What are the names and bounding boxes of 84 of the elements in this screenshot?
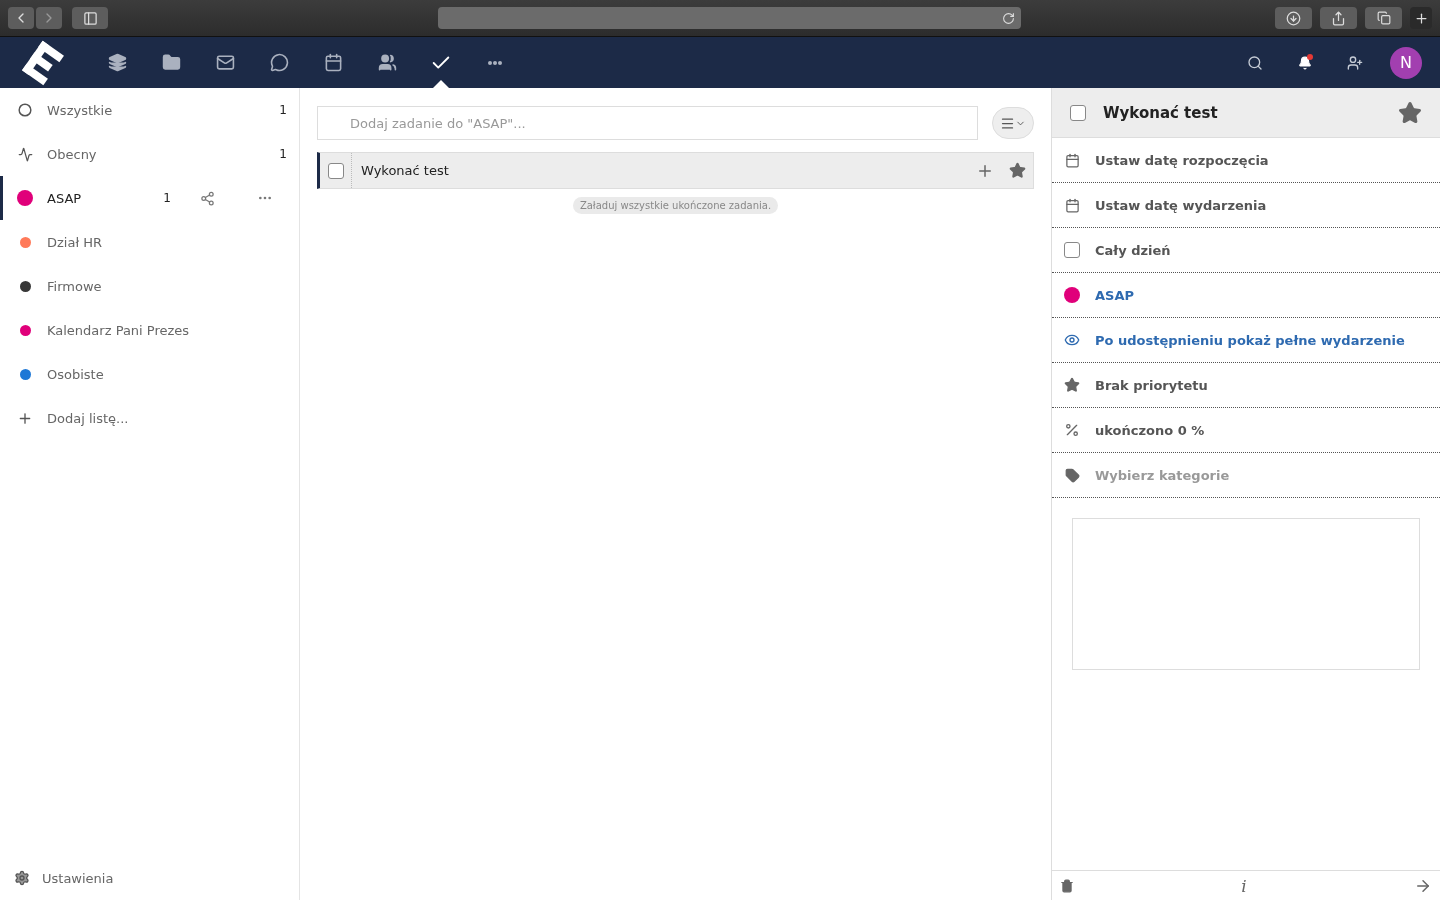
detail-label: Po udostępnieniu pokaż pełne wydarzenie [1095, 332, 1405, 348]
new-tab-button[interactable] [1410, 7, 1432, 29]
detail-row[interactable]: Po udostępnieniu pokaż pełne wydarzenie [1052, 318, 1440, 363]
calendar-icon [1064, 197, 1080, 213]
list-label: ASAP [47, 190, 83, 206]
star-icon [1008, 162, 1026, 179]
user-icon [1347, 54, 1363, 71]
task-row[interactable]: Wykonać test [317, 152, 1034, 189]
detail-label: Cały dzień [1095, 242, 1171, 258]
detail-label: Ustaw datę rozpoczęcia [1095, 152, 1269, 168]
list-label: Dział HR [47, 234, 104, 250]
list-label: Kalendarz Pani Prezes [47, 322, 191, 338]
calendar-icon [1064, 152, 1080, 168]
detail-row[interactable]: ukończono 0 % [1052, 408, 1440, 453]
list-label: Firmowe [47, 278, 103, 294]
detail-label: ukończono 0 % [1095, 422, 1205, 438]
search-icon [1247, 54, 1263, 71]
checkbox[interactable] [327, 162, 344, 179]
detail-row[interactable]: Brak priorytetu [1052, 363, 1440, 408]
tabs-button[interactable] [1365, 7, 1402, 29]
task-count: 1 [278, 147, 287, 161]
detail-row[interactable]: Ustaw datę rozpoczęcia [1052, 138, 1440, 183]
sidebar-item[interactable]: Firmowe [0, 264, 299, 308]
mail-icon [215, 53, 235, 72]
sidebar-item[interactable]: Dział HR [0, 220, 299, 264]
detail-row[interactable]: Cały dzień [1052, 228, 1440, 273]
detail-row[interactable]: Ustaw datę wydarzenia [1052, 183, 1440, 228]
sidebar-item[interactable]: Osobiste [0, 352, 299, 396]
reload-icon [1002, 11, 1015, 25]
checkbox[interactable] [1070, 104, 1086, 121]
sidebar-item[interactable]: Dodaj listę... [0, 396, 299, 440]
eye-icon [1064, 332, 1080, 348]
sidebar-icon [82, 10, 98, 26]
sidebar-item[interactable]: ASAP 1 [0, 176, 299, 220]
load-completed-button[interactable]: Załaduj wszystkie ukończone zadania. [572, 197, 779, 214]
back-button[interactable] [8, 7, 34, 29]
share-button[interactable] [1320, 7, 1357, 29]
more-icon [488, 60, 502, 65]
share-icon [199, 190, 215, 206]
pulse-icon [17, 146, 33, 162]
folder-icon [161, 53, 181, 72]
settings-icon [14, 870, 30, 886]
chat-bubble-icon [269, 53, 289, 72]
circle-icon [17, 103, 33, 117]
download-button[interactable] [1275, 7, 1312, 29]
star-icon [1398, 100, 1422, 125]
percent-icon [1064, 422, 1080, 438]
detail-label: Wybierz kategorie [1095, 467, 1230, 483]
list-label: Osobiste [47, 366, 105, 382]
task-count: 1 [278, 103, 287, 117]
detail-label: ASAP [1095, 287, 1134, 303]
tag-icon [1064, 467, 1080, 483]
calendar-icon [323, 53, 343, 72]
detail-label: Brak priorytetu [1095, 377, 1208, 393]
info-button[interactable]: i [1241, 875, 1247, 896]
sidebar-item[interactable]: Wszystkie 1 [0, 88, 299, 132]
task-count: 1 [162, 191, 171, 205]
add-task-field[interactable]: Dodaj zadanie do "ASAP"... [317, 106, 978, 140]
share-icon [1331, 10, 1346, 26]
settings-item[interactable]: Ustawienia [0, 856, 299, 900]
menu-icon [1000, 115, 1015, 131]
task-title: Wykonać test [360, 163, 450, 178]
contacts-icon [377, 53, 397, 72]
avatar[interactable]: N [1390, 46, 1422, 79]
settings-label: Ustawienia [42, 870, 114, 886]
plus-icon [1413, 10, 1429, 26]
download-icon [1286, 10, 1301, 26]
list-label: Obecny [47, 146, 98, 162]
sidebar-toggle-button[interactable] [72, 7, 108, 29]
trash-icon[interactable] [1060, 878, 1074, 893]
notes-field[interactable] [1072, 518, 1420, 670]
star-icon [1064, 377, 1080, 393]
checkbox[interactable] [1064, 242, 1080, 258]
detail-row[interactable]: ASAP [1052, 273, 1440, 318]
bell-icon [1298, 55, 1312, 70]
stack-icon [107, 53, 127, 72]
detail-label: Ustaw datę wydarzenia [1095, 197, 1267, 213]
tabs-icon [1376, 11, 1391, 25]
sort-menu-button[interactable] [992, 107, 1034, 139]
list-label: Dodaj listę... [47, 410, 130, 426]
list-label: Wszystkie [47, 102, 114, 118]
sidebar-item[interactable]: Obecny 1 [0, 132, 299, 176]
sidebar-item[interactable]: Kalendarz Pani Prezes [0, 308, 299, 352]
task-title: Wykonać test [1103, 103, 1219, 122]
